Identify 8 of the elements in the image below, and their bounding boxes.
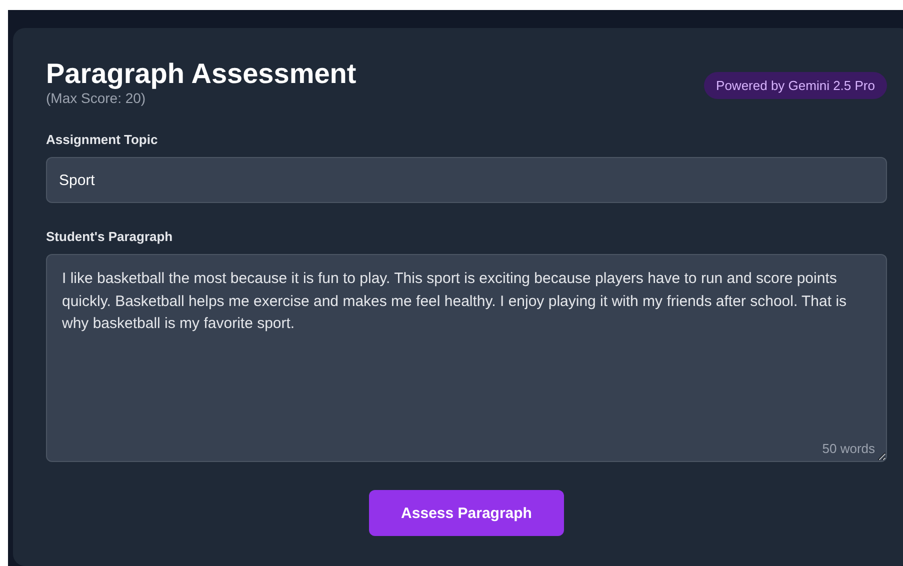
page-title: Paragraph Assessment [46, 58, 356, 90]
model-badge: Powered by Gemini 2.5 Pro [704, 72, 887, 99]
field-label: Assignment Topic [46, 132, 159, 147]
max-score-text: (Max Score: 20) [46, 90, 147, 106]
word-count: 50 words [822, 441, 875, 456]
field-label: Student's Paragraph [46, 229, 174, 244]
assess-button[interactable]: Assess Paragraph [369, 490, 564, 536]
topic-input[interactable]: Sport [46, 157, 887, 203]
